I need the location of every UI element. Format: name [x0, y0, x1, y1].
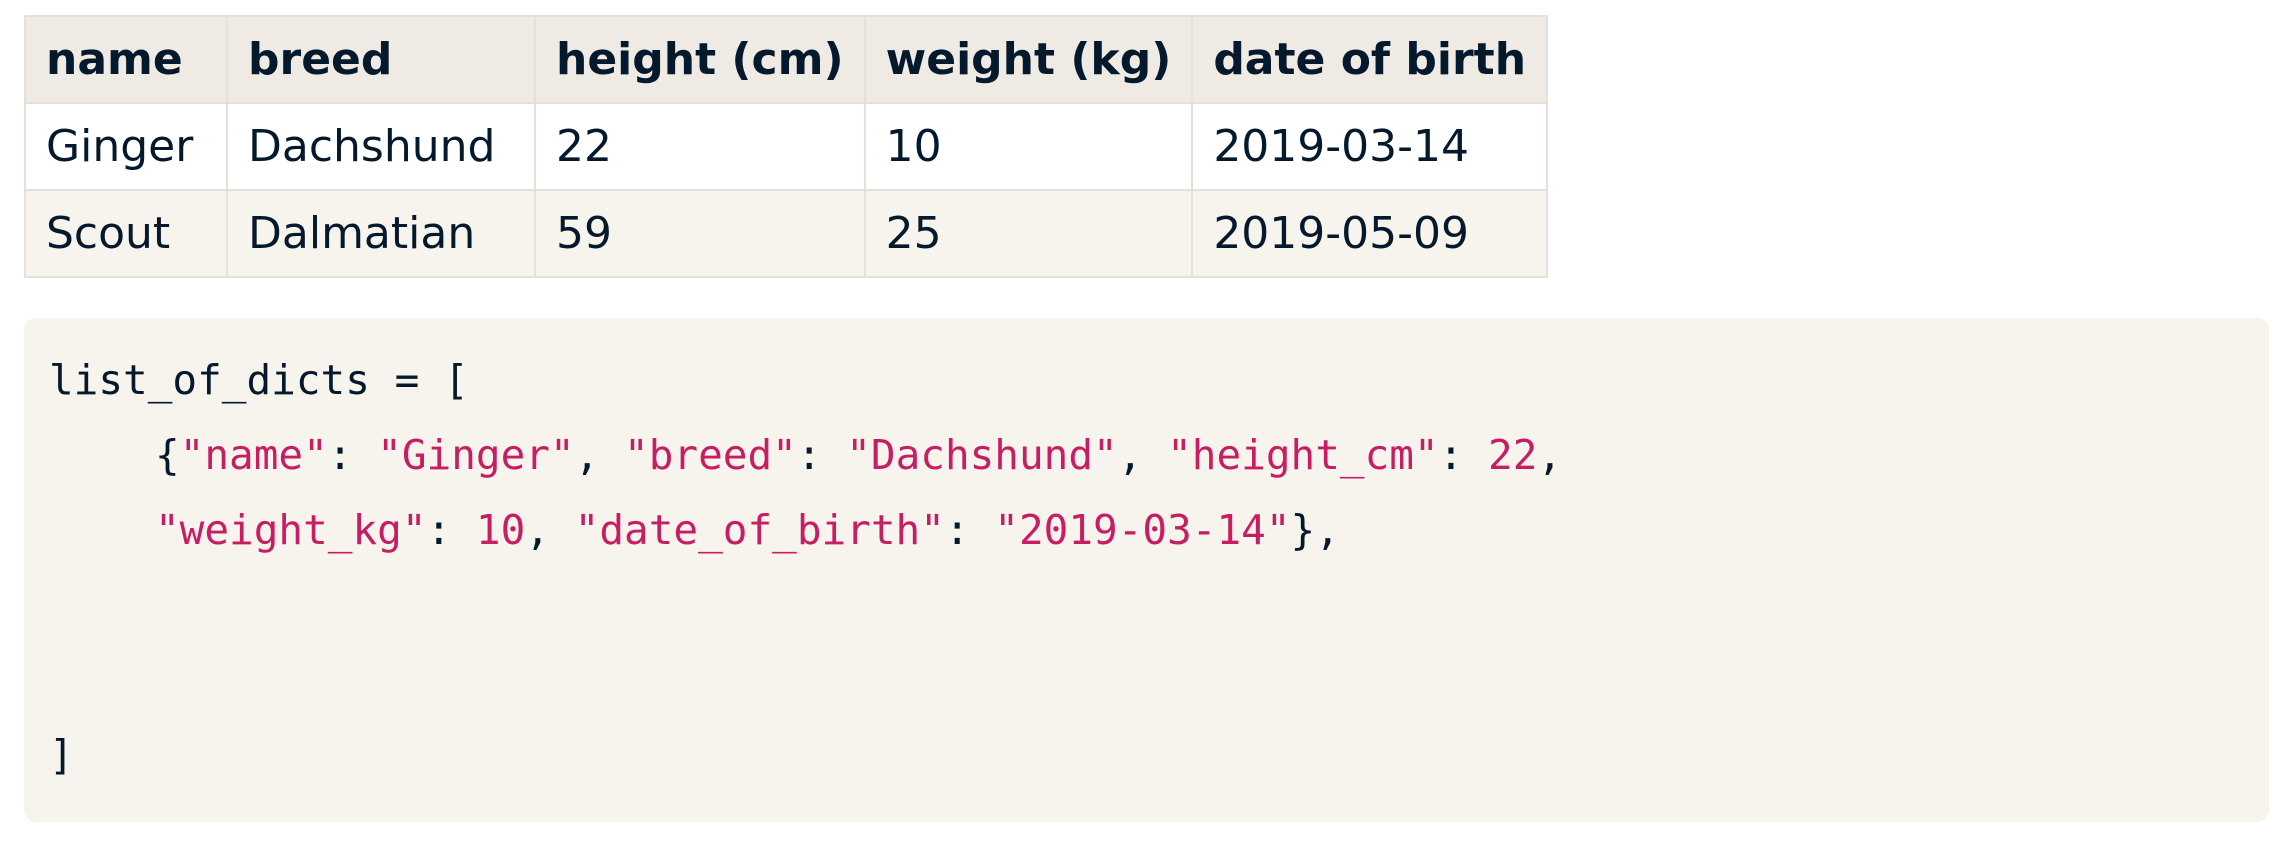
table-cell: 10 — [863, 102, 1194, 191]
table-cell: 2019-05-09 — [1191, 189, 1549, 278]
code-token: , — [1537, 431, 1563, 479]
table-cell: 2019-03-14 — [1191, 102, 1549, 191]
code-line-4: ] — [49, 731, 74, 779]
column-header-date-of-birth: date of birth — [1191, 15, 1549, 104]
code-token: , — [574, 431, 625, 479]
code-line-3: "weight_kg": 10, "date_of_birth": "2019-… — [155, 506, 1340, 554]
code-string: "Dachshund" — [846, 431, 1118, 479]
code-token: : — [426, 506, 476, 554]
code-string: "weight_kg" — [155, 506, 427, 554]
code-token: , — [525, 506, 575, 554]
code-token: : — [1438, 431, 1489, 479]
table-row: Ginger Dachshund 22 10 2019-03-14 — [24, 102, 1549, 191]
code-number: 22 — [1488, 431, 1538, 479]
column-header-height: height (cm) — [534, 15, 866, 104]
code-string: "height_cm" — [1167, 431, 1439, 479]
code-token: : — [944, 506, 995, 554]
code-token: : — [327, 431, 378, 479]
table-row: Scout Dalmatian 59 25 2019-05-09 — [24, 189, 1549, 278]
table-cell: Dachshund — [226, 102, 536, 191]
code-string: "name" — [179, 431, 328, 479]
code-line-2: {"name": "Ginger", "breed": "Dachshund",… — [155, 431, 1562, 479]
code-token: , — [1117, 431, 1168, 479]
code-number: 10 — [475, 506, 526, 554]
code-token: : — [796, 431, 847, 479]
table-cell: Ginger — [24, 102, 228, 191]
column-header-weight: weight (kg) — [863, 15, 1194, 104]
dog-data-table: name breed height (cm) weight (kg) date … — [24, 15, 1549, 278]
table-cell: Scout — [24, 189, 228, 278]
code-token: { — [155, 431, 180, 479]
table-cell: 22 — [534, 102, 866, 191]
column-header-breed: breed — [226, 15, 536, 104]
code-block: list_of_dicts = [ {"name": "Ginger", "br… — [24, 318, 2269, 822]
code-string: "breed" — [624, 431, 797, 479]
table-header-row: name breed height (cm) weight (kg) date … — [24, 15, 1549, 104]
table-cell: 25 — [863, 189, 1194, 278]
code-string: "2019-03-14" — [994, 506, 1291, 554]
table-cell: Dalmatian — [226, 189, 536, 278]
code-string: "date_of_birth" — [574, 506, 945, 554]
table-cell: 59 — [534, 189, 866, 278]
code-token: }, — [1290, 506, 1340, 554]
code-string: "Ginger" — [377, 431, 575, 479]
code-line-1: list_of_dicts = [ — [49, 356, 469, 404]
column-header-name: name — [24, 15, 228, 104]
